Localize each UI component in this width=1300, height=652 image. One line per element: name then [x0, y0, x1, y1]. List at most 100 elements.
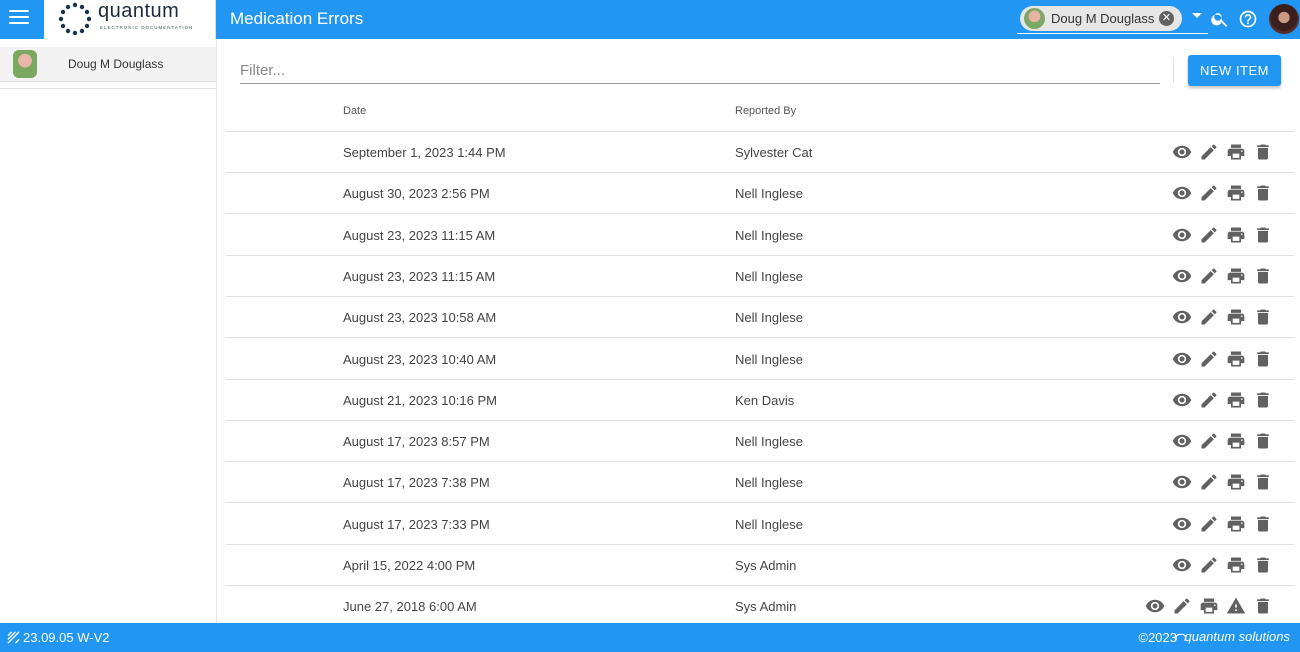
pencil-icon[interactable]	[1199, 472, 1219, 492]
eye-icon[interactable]	[1172, 225, 1192, 245]
new-item-button[interactable]: NEW ITEM	[1188, 55, 1281, 86]
print-icon[interactable]	[1226, 225, 1246, 245]
eye-icon[interactable]	[1172, 349, 1192, 369]
eye-icon[interactable]	[1172, 142, 1192, 162]
print-icon[interactable]	[1226, 555, 1246, 575]
eye-icon[interactable]	[1172, 307, 1192, 327]
table-row[interactable]: August 21, 2023 10:16 PM Ken Davis	[226, 380, 1294, 421]
version-label: 23.09.05 W-V2	[23, 630, 110, 645]
trash-icon[interactable]	[1253, 225, 1273, 245]
eye-icon[interactable]	[1172, 266, 1192, 286]
print-icon[interactable]	[1226, 514, 1246, 534]
eye-icon[interactable]	[1145, 596, 1165, 616]
pencil-icon[interactable]	[1172, 596, 1192, 616]
pencil-icon[interactable]	[1199, 307, 1219, 327]
print-icon[interactable]	[1226, 431, 1246, 451]
cell-date: August 17, 2023 7:38 PM	[343, 475, 490, 491]
pencil-icon[interactable]	[1199, 431, 1219, 451]
column-header-reported-by[interactable]: Reported By	[735, 105, 796, 117]
pencil-icon[interactable]	[1199, 266, 1219, 286]
patient-avatar	[13, 50, 37, 78]
trash-icon[interactable]	[1253, 142, 1273, 162]
eye-icon[interactable]	[1172, 183, 1192, 203]
logo: quantum ELECTRONIC DOCUMENTATION	[44, 0, 216, 39]
search-icon[interactable]	[1210, 9, 1230, 29]
eye-icon[interactable]	[1172, 472, 1192, 492]
row-actions	[1172, 225, 1273, 245]
trash-icon[interactable]	[1253, 555, 1273, 575]
table-row[interactable]: August 30, 2023 2:56 PM Nell Inglese	[226, 173, 1294, 215]
pencil-icon[interactable]	[1199, 225, 1219, 245]
table-row[interactable]: June 27, 2018 6:00 AM Sys Admin	[226, 586, 1294, 628]
cell-date: September 1, 2023 1:44 PM	[343, 145, 506, 160]
trash-icon[interactable]	[1253, 349, 1273, 369]
sidebar-item-patient[interactable]: Doug M Douglass	[0, 47, 216, 82]
table-row[interactable]: August 17, 2023 8:57 PM Nell Inglese	[226, 421, 1294, 463]
table-row[interactable]: September 1, 2023 1:44 PM Sylvester Cat	[226, 132, 1294, 173]
eye-icon[interactable]	[1172, 555, 1192, 575]
print-icon[interactable]	[1199, 596, 1219, 616]
pencil-icon[interactable]	[1199, 349, 1219, 369]
cell-reported-by: Sys Admin	[735, 599, 797, 615]
cell-reported-by: Nell Inglese	[735, 434, 803, 450]
print-icon[interactable]	[1226, 307, 1246, 327]
pencil-icon[interactable]	[1199, 514, 1219, 534]
pencil-icon[interactable]	[1199, 142, 1219, 162]
table-row[interactable]: August 23, 2023 10:58 AM Nell Inglese	[226, 297, 1294, 339]
help-icon[interactable]	[1238, 9, 1258, 29]
trash-icon[interactable]	[1253, 431, 1273, 451]
patient-chip[interactable]: Doug M Douglass ✕	[1020, 6, 1182, 31]
eye-icon[interactable]	[1172, 390, 1192, 410]
cell-date: August 23, 2023 11:15 AM	[343, 268, 496, 284]
logo-text: quantum	[98, 0, 180, 22]
print-icon[interactable]	[1226, 390, 1246, 410]
cell-reported-by: Nell Inglese	[735, 268, 803, 284]
table-row[interactable]: August 17, 2023 7:38 PM Nell Inglese	[226, 462, 1294, 504]
filter-input[interactable]	[240, 58, 1160, 84]
patient-chip-name: Doug M Douglass	[1051, 11, 1155, 26]
print-icon[interactable]	[1226, 183, 1246, 203]
table-row[interactable]: August 23, 2023 11:15 AM Nell Inglese	[226, 215, 1294, 256]
logo-subtitle: ELECTRONIC DOCUMENTATION	[100, 25, 194, 30]
cell-reported-by: Nell Inglese	[735, 310, 803, 326]
menu-icon[interactable]	[9, 10, 29, 28]
cell-date: August 23, 2023 10:58 AM	[343, 310, 497, 326]
trash-icon[interactable]	[1253, 183, 1273, 203]
table-row[interactable]: August 23, 2023 10:40 AM Nell Inglese	[226, 339, 1294, 380]
row-actions	[1172, 307, 1273, 327]
table-row[interactable]: August 17, 2023 7:33 PM Nell Inglese	[226, 504, 1294, 545]
pencil-icon[interactable]	[1199, 555, 1219, 575]
row-actions	[1172, 514, 1273, 534]
trash-icon[interactable]	[1253, 266, 1273, 286]
cell-reported-by: Nell Inglese	[735, 351, 803, 367]
warning-icon[interactable]	[1226, 596, 1246, 616]
pencil-icon[interactable]	[1199, 183, 1219, 203]
table-row[interactable]: August 23, 2023 11:15 AM Nell Inglese	[226, 256, 1294, 297]
chevron-down-icon[interactable]	[1192, 13, 1202, 18]
row-actions	[1172, 266, 1273, 286]
eye-icon[interactable]	[1172, 514, 1192, 534]
cell-date: August 23, 2023 11:15 AM	[343, 227, 496, 243]
cell-reported-by: Nell Inglese	[735, 475, 803, 491]
column-header-date[interactable]: Date	[343, 105, 366, 117]
trash-icon[interactable]	[1253, 390, 1273, 410]
close-icon[interactable]: ✕	[1159, 11, 1174, 26]
print-icon[interactable]	[1226, 142, 1246, 162]
trash-icon[interactable]	[1253, 472, 1273, 492]
print-icon[interactable]	[1226, 472, 1246, 492]
row-actions	[1172, 472, 1273, 492]
user-avatar[interactable]	[1269, 4, 1299, 34]
cell-reported-by: Sylvester Cat	[735, 145, 813, 160]
print-icon[interactable]	[1226, 349, 1246, 369]
cell-date: August 17, 2023 8:57 PM	[343, 434, 490, 450]
table-row[interactable]: April 15, 2022 4:00 PM Sys Admin	[226, 545, 1294, 586]
print-icon[interactable]	[1226, 266, 1246, 286]
trash-icon[interactable]	[1253, 596, 1273, 616]
trash-icon[interactable]	[1253, 307, 1273, 327]
pencil-icon[interactable]	[1199, 390, 1219, 410]
cell-date: August 30, 2023 2:56 PM	[343, 186, 490, 202]
eye-icon[interactable]	[1172, 431, 1192, 451]
row-actions	[1172, 555, 1273, 575]
trash-icon[interactable]	[1253, 514, 1273, 534]
cell-date: June 27, 2018 6:00 AM	[343, 599, 477, 615]
